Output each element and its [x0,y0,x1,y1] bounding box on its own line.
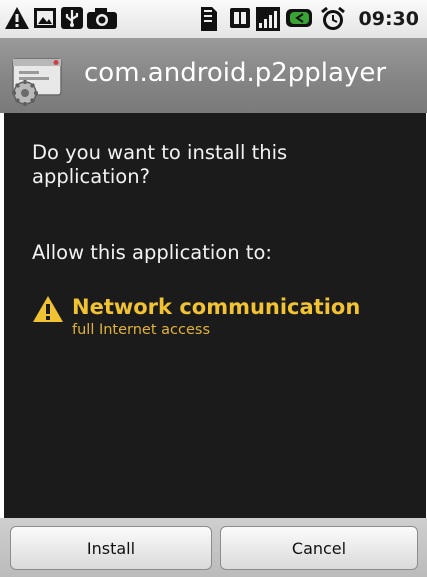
image-icon [34,8,56,28]
dialog-body: Do you want to install this application?… [4,113,426,518]
install-button[interactable]: Install [10,526,212,570]
cancel-button[interactable]: Cancel [220,526,418,570]
status-bar: 09:30 [0,0,427,38]
button-bar: Install Cancel [0,518,427,577]
warning-icon [5,7,29,29]
permission-title[interactable]: Network communication [72,295,360,319]
warning-icon [33,296,63,322]
install-question: Do you want to install this application? [32,141,288,188]
usb-icon [61,7,83,29]
permissions-heading: Allow this application to: [32,241,272,264]
package-install-icon [12,58,62,106]
dialog-title-bar: com.android.p2pplayer [0,38,427,113]
camera-icon [87,8,117,29]
sd-card-icon [201,7,217,31]
dialog-title: com.android.p2pplayer [84,58,387,88]
permission-subtitle: full Internet access [72,322,211,338]
signal-icon [256,7,280,31]
alarm-icon [321,6,345,30]
sim-card-icon [230,8,250,28]
battery-icon [286,9,312,27]
clock: 09:30 [358,8,419,30]
